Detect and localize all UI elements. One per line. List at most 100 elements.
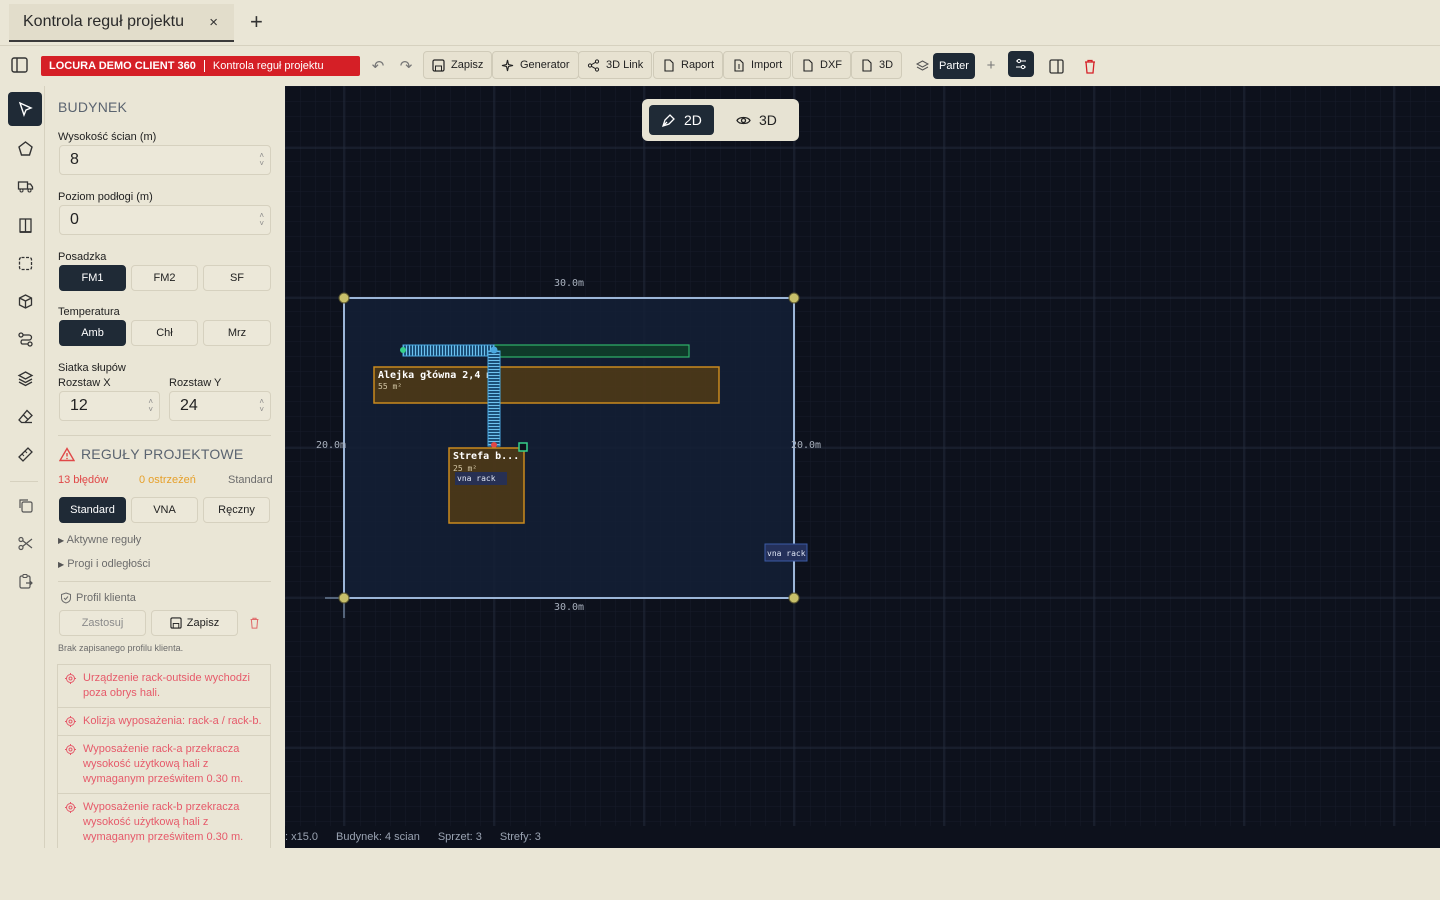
rack-handle[interactable]: [490, 346, 498, 354]
scissors-icon: [17, 536, 32, 550]
temperature-option-mrz[interactable]: Mrz: [203, 320, 271, 346]
temperature-option-chl[interactable]: Chł: [131, 320, 198, 346]
view-2d-button[interactable]: 2D: [649, 105, 714, 135]
share-icon: [587, 58, 600, 72]
vna-rack-outside-label: vna rack: [767, 549, 806, 558]
dashed-square-icon: [18, 256, 32, 270]
canvas-drawing[interactable]: 30.0m 30.0m 20.0m 20.0m Alejka główna 2,…: [285, 86, 1440, 848]
wall-height-label: Wysokość ścian (m): [58, 131, 157, 143]
import-button[interactable]: Import: [723, 51, 792, 79]
new-tab-button[interactable]: +: [250, 10, 263, 34]
issue-item[interactable]: Wyposażenie rack-a przekracza wysokość u…: [58, 736, 270, 794]
vna-rack-label: vna rack: [457, 474, 496, 483]
delete-profile-button[interactable]: [246, 615, 262, 631]
stepper-icon[interactable]: ˄ ˅: [259, 398, 264, 414]
caret-right-icon: ▶: [58, 560, 65, 569]
truck-tool[interactable]: [8, 169, 42, 203]
route-tool[interactable]: [8, 322, 42, 356]
spacing-y-label: Rozstaw Y: [169, 377, 222, 389]
generator-button[interactable]: Generator: [492, 51, 579, 79]
settings-toggle-button[interactable]: [1008, 51, 1034, 77]
file-icon: [862, 58, 872, 72]
issue-item[interactable]: Urządzenie rack-outside wychodzi poza ob…: [58, 665, 270, 708]
flooring-option-fm2[interactable]: FM2: [131, 265, 198, 291]
report-button[interactable]: Raport: [653, 51, 724, 79]
polygon-tool[interactable]: [8, 131, 42, 165]
zone-resize-handle[interactable]: [518, 442, 528, 452]
rule-mode-current: Standard: [228, 474, 273, 486]
rule-mode-manual[interactable]: Ręczny: [203, 497, 270, 523]
warning-count: 0 ostrzeżeń: [139, 474, 196, 486]
measure-tool[interactable]: [8, 437, 42, 471]
redo-icon[interactable]: ↷: [396, 56, 416, 76]
layers-icon[interactable]: [912, 56, 932, 76]
temperature-option-amb[interactable]: Amb: [59, 320, 126, 346]
active-rules-toggle[interactable]: ▶ Aktywne reguły: [58, 534, 141, 546]
issue-list: Urządzenie rack-outside wychodzi poza ob…: [57, 664, 271, 848]
building-status: Budynek: 4 scian: [336, 831, 420, 843]
issue-item[interactable]: Wyposażenie rack-b przekracza wysokość u…: [58, 794, 270, 848]
sidebar-toggle-icon[interactable]: [11, 57, 28, 73]
client-name: LOCURA DEMO CLIENT 360: [49, 60, 196, 72]
building-outline[interactable]: [343, 297, 795, 599]
rule-mode-standard[interactable]: Standard: [59, 497, 126, 523]
rack-handle[interactable]: [491, 442, 497, 448]
flooring-option-fm1[interactable]: FM1: [59, 265, 126, 291]
rail-divider: [10, 481, 38, 482]
export-3d-button[interactable]: 3D: [851, 51, 903, 79]
rack-tool[interactable]: [8, 208, 42, 242]
paste-tool[interactable]: [8, 564, 42, 598]
spacing-y-input[interactable]: 24 ˄ ˅: [169, 391, 271, 421]
undo-icon[interactable]: ↶: [368, 56, 388, 76]
layers-tool[interactable]: [8, 361, 42, 395]
zones-status: Strefy: 3: [499, 831, 541, 843]
zone-tool[interactable]: [8, 246, 42, 280]
floor-selector[interactable]: Parter: [933, 53, 975, 79]
tab-project[interactable]: Kontrola reguł projektu ×: [9, 4, 234, 42]
stepper-icon[interactable]: ˄ ˅: [259, 212, 264, 228]
sliders-icon: [1016, 58, 1026, 70]
dxf-button[interactable]: DXF: [792, 51, 851, 79]
box-tool[interactable]: [8, 284, 42, 318]
rack-a[interactable]: [402, 344, 495, 357]
cut-tool[interactable]: [8, 526, 42, 560]
panel-right-icon[interactable]: [1046, 56, 1066, 76]
toolbar: LOCURA DEMO CLIENT 360 Kontrola reguł pr…: [0, 47, 1440, 85]
status-bar: : x15.0 Budynek: 4 scian Sprzet: 3 Stref…: [285, 826, 1440, 848]
rack-handle[interactable]: [400, 347, 406, 353]
trash-icon[interactable]: [1080, 56, 1100, 76]
file-icon: [664, 58, 674, 72]
apply-profile-button[interactable]: Zastosuj: [59, 610, 146, 636]
wall-height-input[interactable]: 8 ˄ ˅: [59, 145, 271, 175]
add-floor-button[interactable]: +: [981, 55, 1001, 75]
rules-section-title: REGUŁY PROJEKTOWE: [81, 446, 244, 462]
floor-level-input[interactable]: 0 ˄ ˅: [59, 205, 271, 235]
save-button[interactable]: Zapisz: [423, 51, 493, 79]
file-import-icon: [734, 58, 744, 72]
save-profile-button[interactable]: Zapisz: [151, 610, 238, 636]
aisle-area: 55 m²: [378, 382, 402, 391]
rack-b[interactable]: [487, 350, 501, 447]
view-3d-button[interactable]: 3D: [724, 105, 789, 135]
stepper-icon[interactable]: ˄ ˅: [259, 152, 264, 168]
select-tool[interactable]: [8, 92, 42, 126]
flooring-option-sf[interactable]: SF: [203, 265, 271, 291]
design-canvas[interactable]: 30.0m 30.0m 20.0m 20.0m Alejka główna 2,…: [285, 86, 1440, 848]
truck-icon: [17, 180, 33, 192]
spacing-x-input[interactable]: 12 ˄ ˅: [59, 391, 160, 421]
layers-icon: [17, 370, 33, 386]
close-icon[interactable]: ×: [209, 14, 218, 31]
sparkle-icon: [501, 59, 514, 71]
divider: [58, 581, 271, 582]
zoom-readout: : x15.0: [285, 831, 319, 843]
stepper-icon[interactable]: ˄ ˅: [148, 398, 153, 414]
3d-link-button[interactable]: 3D Link: [578, 51, 653, 79]
crosshair-icon: [65, 673, 76, 684]
issue-item[interactable]: Kolizja wyposażenia: rack-a / rack-b.: [58, 708, 270, 736]
spacing-x-label: Rozstaw X: [58, 377, 111, 389]
thresholds-toggle[interactable]: ▶ Progi i odległości: [58, 558, 150, 570]
rule-mode-vna[interactable]: VNA: [131, 497, 198, 523]
green-equipment[interactable]: [493, 344, 690, 358]
eraser-tool[interactable]: [8, 399, 42, 433]
copy-tool[interactable]: [8, 488, 42, 522]
